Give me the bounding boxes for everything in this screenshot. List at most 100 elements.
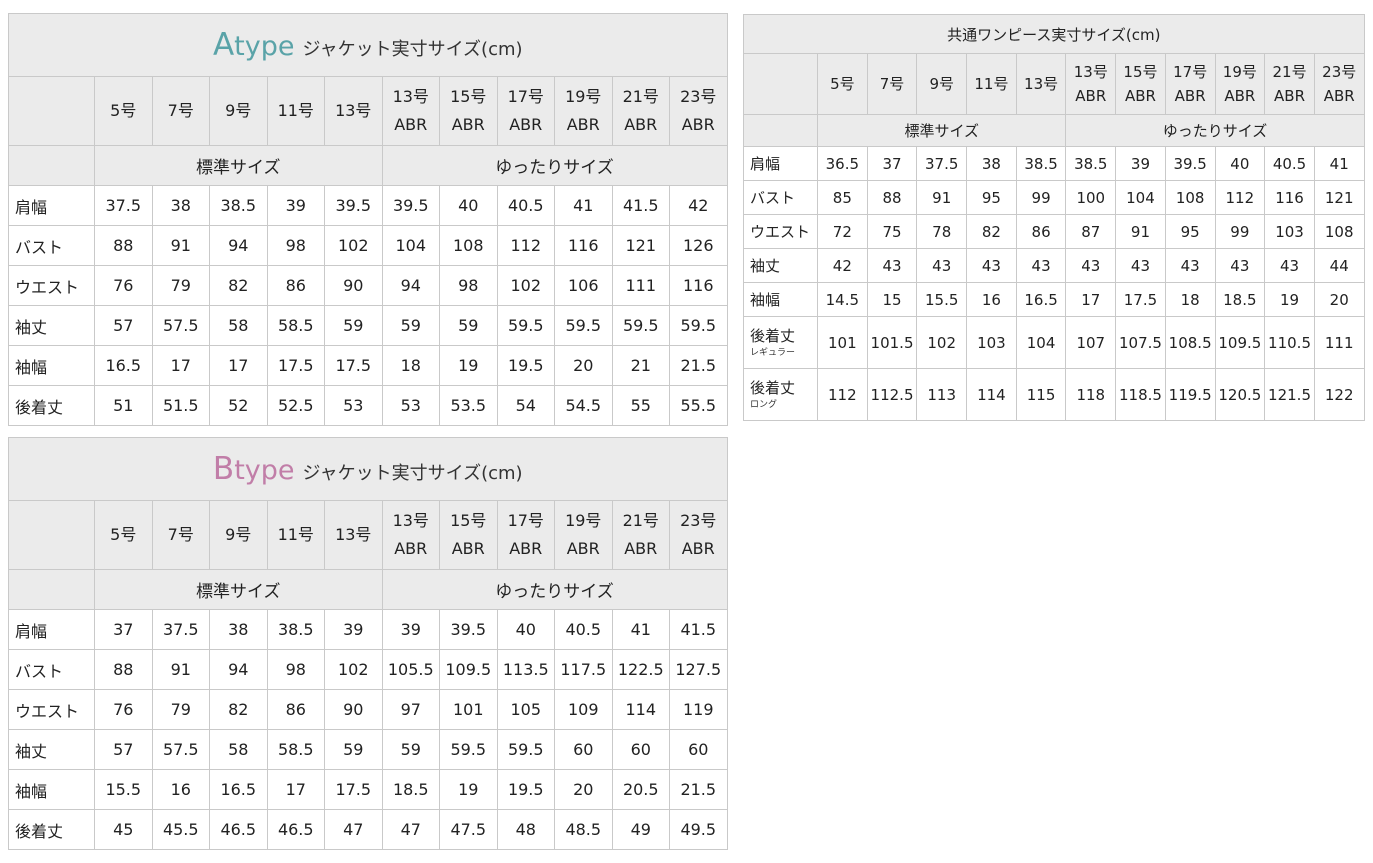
onepiece-title: 共通ワンピース実寸サイズ(cm)	[743, 14, 1365, 54]
atype-jacket-size-table: Atype ジャケット実寸サイズ(cm) 5号 7号 9号 11号 13号 13号…	[8, 13, 728, 426]
value-cell: 38	[209, 609, 268, 650]
value-cell: 120.5	[1214, 368, 1266, 421]
size-header: 9号	[916, 53, 968, 115]
value-cell: 20	[554, 769, 613, 810]
value-cell: 46.5	[266, 809, 325, 850]
value-cell: 48.5	[554, 809, 613, 850]
size-header: 15号 ABR	[439, 76, 498, 146]
value-cell: 37	[94, 609, 153, 650]
value-cell: 111	[1313, 316, 1365, 369]
table-row: バスト 88 91 94 98 102 104 108 112 116 121 126	[8, 225, 728, 266]
value-cell: 17	[1065, 282, 1117, 317]
size-header: 11号	[266, 500, 325, 570]
value-cell: 98	[266, 225, 325, 266]
size-header: 17号 ABR	[496, 500, 555, 570]
value-cell: 108	[1164, 180, 1216, 215]
value-cell: 21	[611, 345, 670, 386]
value-cell: 114	[611, 689, 670, 730]
value-cell: 40	[496, 609, 555, 650]
value-cell: 58.5	[266, 305, 325, 346]
value-cell: 44	[1313, 248, 1365, 283]
value-cell: 49	[611, 809, 670, 850]
value-cell: 18.5	[381, 769, 440, 810]
onepiece-size-header-row: 5号 7号 9号 11号 13号 13号 ABR 15号 ABR 17号 ABR 19…	[743, 53, 1365, 115]
value-cell: 101.5	[866, 316, 918, 369]
value-cell: 59.5	[611, 305, 670, 346]
value-cell: 19	[439, 769, 498, 810]
btype-title-letter: B	[212, 451, 235, 487]
value-cell: 127.5	[669, 649, 728, 690]
value-cell: 19.5	[496, 769, 555, 810]
corner-cell	[8, 500, 95, 570]
size-header: 23号 ABR	[669, 500, 728, 570]
value-cell: 37.5	[94, 185, 153, 226]
value-cell: 60	[669, 729, 728, 770]
value-cell: 126	[669, 225, 728, 266]
value-cell: 16.5	[94, 345, 153, 386]
value-cell: 90	[324, 689, 383, 730]
value-cell: 94	[209, 225, 268, 266]
value-cell: 49.5	[669, 809, 728, 850]
value-cell: 103	[966, 316, 1017, 369]
value-cell: 90	[324, 265, 383, 306]
row-label-sub: レギュラー	[750, 347, 796, 358]
size-header: 11号	[966, 53, 1017, 115]
table-row: 肩幅 37.5 38 38.5 39 39.5 39.5 40 40.5 41 41.5 42	[8, 185, 728, 226]
size-header: 7号	[866, 53, 918, 115]
size-header: 23号 ABR	[669, 76, 728, 146]
table-row: 袖丈 57 57.5 58 58.5 59 59 59.5 59.5 60 60 60	[8, 729, 728, 770]
size-header: 9号	[209, 500, 268, 570]
group-relaxed: ゆったりサイズ	[381, 145, 728, 186]
value-cell: 17	[151, 345, 210, 386]
atype-title: Atype ジャケット実寸サイズ(cm)	[8, 13, 728, 77]
row-label: バスト	[8, 649, 95, 690]
size-header: 21号 ABR	[611, 500, 670, 570]
value-cell: 101	[817, 316, 868, 369]
value-cell: 39	[324, 609, 383, 650]
table-row: 後着丈 51 51.5 52 52.5 53 53 53.5 54 54.5 55 55.5	[8, 385, 728, 426]
value-cell: 47.5	[439, 809, 498, 850]
value-cell: 86	[266, 689, 325, 730]
table-row: 後着丈 ロング 112 112.5 113 114 115 118 118.5 119.5 120.…	[743, 368, 1365, 421]
value-cell: 52.5	[266, 385, 325, 426]
value-cell: 101	[439, 689, 498, 730]
value-cell: 121	[611, 225, 670, 266]
size-header: 11号	[266, 76, 325, 146]
value-cell: 59	[439, 305, 498, 346]
value-cell: 40.5	[496, 185, 555, 226]
size-header: 5号	[94, 500, 153, 570]
size-header: 19号 ABR	[1214, 53, 1266, 115]
value-cell: 45	[94, 809, 153, 850]
value-cell: 43	[1264, 248, 1315, 283]
group-standard: 標準サイズ	[94, 145, 383, 186]
value-cell: 58.5	[266, 729, 325, 770]
value-cell: 37.5	[916, 146, 968, 181]
value-cell: 47	[324, 809, 383, 850]
value-cell: 121	[1313, 180, 1365, 215]
corner-cell	[8, 76, 95, 146]
value-cell: 88	[94, 225, 153, 266]
value-cell: 57.5	[151, 729, 210, 770]
value-cell: 95	[1164, 214, 1216, 249]
value-cell: 43	[1065, 248, 1117, 283]
value-cell: 107.5	[1115, 316, 1166, 369]
value-cell: 97	[381, 689, 440, 730]
group-standard: 標準サイズ	[94, 569, 383, 610]
value-cell: 95	[966, 180, 1017, 215]
value-cell: 37.5	[151, 609, 210, 650]
value-cell: 102	[916, 316, 968, 369]
value-cell: 41.5	[611, 185, 670, 226]
value-cell: 59	[381, 305, 440, 346]
value-cell: 38.5	[1065, 146, 1117, 181]
size-header: 7号	[151, 500, 210, 570]
value-cell: 39.5	[381, 185, 440, 226]
row-label: バスト	[743, 180, 818, 215]
value-cell: 59.5	[496, 729, 555, 770]
onepiece-size-table: 共通ワンピース実寸サイズ(cm) 5号 7号 9号 11号 13号 13号 ABR…	[743, 14, 1365, 421]
value-cell: 20	[554, 345, 613, 386]
value-cell: 37	[866, 146, 918, 181]
size-header: 13号 ABR	[381, 76, 440, 146]
value-cell: 112	[1214, 180, 1266, 215]
row-label: 袖幅	[8, 345, 95, 386]
value-cell: 82	[209, 265, 268, 306]
